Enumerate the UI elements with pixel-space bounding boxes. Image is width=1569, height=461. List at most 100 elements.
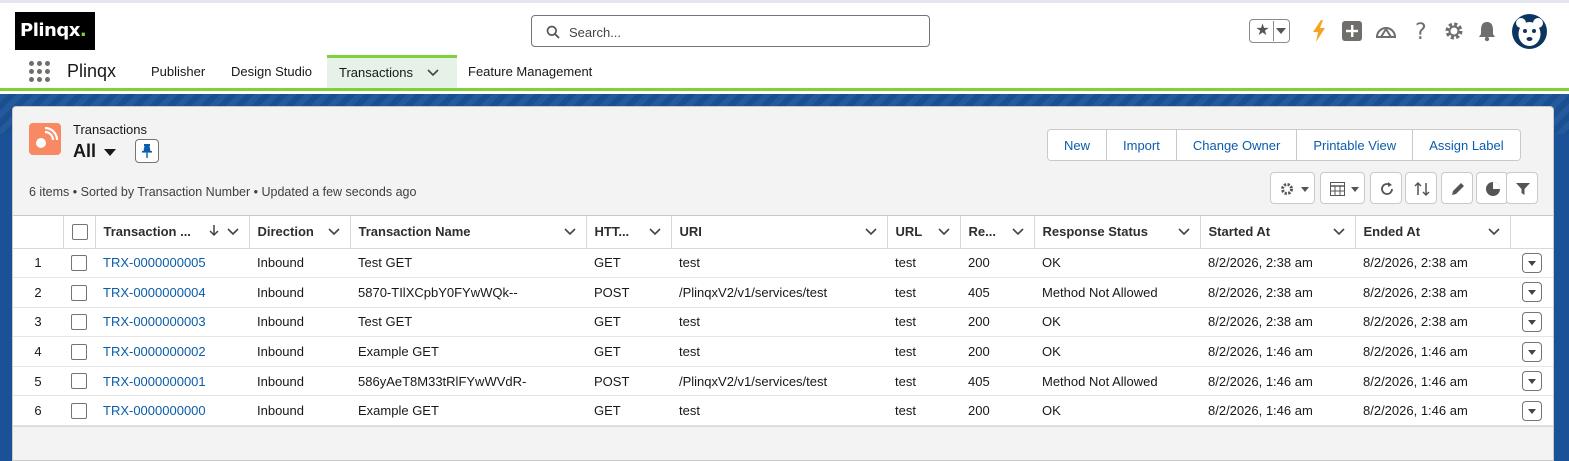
display-as-button[interactable] bbox=[1320, 172, 1365, 204]
transaction-name-cell: Test GET bbox=[350, 248, 586, 279]
started-at-cell: 8/2/2026, 2:38 am bbox=[1200, 277, 1355, 308]
column-header-uri[interactable]: URI bbox=[671, 216, 888, 249]
chevron-down-icon[interactable] bbox=[427, 69, 439, 77]
nav-item-transactions[interactable]: Transactions bbox=[327, 55, 457, 88]
object-label: Transactions bbox=[73, 122, 147, 137]
transaction-link[interactable]: TRX-0000000001 bbox=[103, 374, 206, 389]
column-header-started-at[interactable]: Started At bbox=[1200, 216, 1356, 249]
transaction-link[interactable]: TRX-0000000003 bbox=[103, 314, 206, 329]
ended-at-cell: 8/2/2026, 1:46 am bbox=[1355, 336, 1510, 367]
assign-label-button[interactable]: Assign Label bbox=[1412, 130, 1520, 160]
edit-list-button[interactable] bbox=[1441, 172, 1473, 204]
chevron-down-icon[interactable] bbox=[563, 225, 576, 237]
transaction-link[interactable]: TRX-0000000005 bbox=[103, 255, 206, 270]
url-cell: test bbox=[887, 248, 960, 279]
url-cell: test bbox=[887, 336, 960, 367]
plinqx-logo[interactable]: Plinqx. bbox=[15, 12, 95, 50]
response-status-cell: OK bbox=[1034, 248, 1200, 279]
row-actions-cell bbox=[1510, 248, 1553, 279]
setup-gear-icon[interactable] bbox=[1444, 21, 1464, 41]
sort-button[interactable] bbox=[1405, 172, 1437, 204]
column-header-direction[interactable]: Direction bbox=[249, 216, 351, 249]
chevron-down-icon[interactable] bbox=[1487, 225, 1500, 237]
chart-button[interactable] bbox=[1476, 172, 1508, 204]
row-actions-menu-button[interactable] bbox=[1521, 400, 1542, 421]
caret-down-icon bbox=[104, 148, 117, 156]
filter-button[interactable] bbox=[1506, 172, 1538, 204]
refresh-icon bbox=[1381, 182, 1393, 195]
help-icon[interactable]: ? bbox=[1412, 20, 1432, 42]
printable-view-button[interactable]: Printable View bbox=[1296, 130, 1413, 160]
chevron-down-icon[interactable] bbox=[864, 225, 877, 237]
transaction-number-cell: TRX-0000000005 bbox=[95, 248, 249, 279]
http-method-cell: POST bbox=[586, 277, 671, 308]
global-search[interactable] bbox=[531, 15, 930, 47]
row-checkbox[interactable] bbox=[71, 373, 87, 390]
uri-cell: /PlinqxV2/v1/services/test bbox=[671, 277, 887, 308]
response-code-cell: 200 bbox=[960, 395, 1034, 427]
column-header-http-method[interactable]: HTT... bbox=[586, 216, 672, 249]
chevron-down-icon[interactable] bbox=[327, 225, 340, 237]
row-actions-cell bbox=[1510, 366, 1553, 397]
chevron-down-icon[interactable] bbox=[1332, 225, 1345, 237]
http-method-cell: GET bbox=[586, 336, 671, 367]
lightning-icon[interactable] bbox=[1311, 20, 1327, 42]
pin-list-view-button[interactable] bbox=[135, 139, 159, 163]
user-avatar[interactable] bbox=[1512, 14, 1547, 49]
change-owner-button[interactable]: Change Owner bbox=[1175, 130, 1297, 160]
transaction-link[interactable]: TRX-0000000004 bbox=[103, 285, 206, 300]
row-checkbox[interactable] bbox=[71, 343, 87, 360]
row-checkbox[interactable] bbox=[71, 403, 87, 420]
new-button[interactable]: New bbox=[1048, 130, 1107, 160]
row-checkbox[interactable] bbox=[71, 314, 87, 331]
row-checkbox[interactable] bbox=[71, 255, 87, 272]
chevron-down-icon[interactable] bbox=[1011, 225, 1024, 237]
column-header-response-status[interactable]: Response Status bbox=[1034, 216, 1201, 249]
favorites-button[interactable]: ★ bbox=[1249, 19, 1290, 43]
column-header-transaction-name[interactable]: Transaction Name bbox=[350, 216, 587, 249]
row-actions-menu-button[interactable] bbox=[1521, 282, 1542, 303]
transactions-object-icon bbox=[29, 123, 61, 155]
chevron-down-icon[interactable] bbox=[1177, 225, 1190, 237]
row-actions-menu-button[interactable] bbox=[1521, 311, 1542, 332]
column-header-response-code[interactable]: Re... bbox=[960, 216, 1035, 249]
app-launcher-icon[interactable] bbox=[29, 61, 51, 83]
row-number: 1 bbox=[13, 248, 63, 279]
nav-item-design-studio[interactable]: Design Studio bbox=[219, 55, 324, 88]
list-view-picker[interactable]: All bbox=[73, 141, 117, 162]
ended-at-cell: 8/2/2026, 1:46 am bbox=[1355, 366, 1510, 397]
trailhead-icon[interactable] bbox=[1375, 20, 1397, 42]
column-header-url[interactable]: URL bbox=[887, 216, 961, 249]
global-header: Plinqx. ★ ? bbox=[0, 0, 1569, 55]
list-settings-button[interactable] bbox=[1270, 172, 1315, 204]
search-input[interactable] bbox=[569, 22, 919, 42]
column-header-ended-at[interactable]: Ended At bbox=[1355, 216, 1511, 249]
url-cell: test bbox=[887, 395, 960, 427]
transaction-link[interactable]: TRX-0000000002 bbox=[103, 344, 206, 359]
transaction-number-cell: TRX-0000000000 bbox=[95, 395, 249, 427]
column-header-transaction-number[interactable]: Transaction ... bbox=[95, 216, 250, 249]
notifications-bell-icon[interactable] bbox=[1477, 20, 1497, 42]
response-code-cell: 405 bbox=[960, 366, 1034, 397]
row-actions-menu-button[interactable] bbox=[1521, 341, 1542, 362]
svg-text:?: ? bbox=[1415, 20, 1427, 42]
transaction-link[interactable]: TRX-0000000000 bbox=[103, 403, 206, 418]
nav-item-publisher[interactable]: Publisher bbox=[139, 55, 217, 88]
row-actions-cell bbox=[1510, 395, 1553, 427]
add-icon[interactable] bbox=[1342, 21, 1362, 41]
ended-at-cell: 8/2/2026, 2:38 am bbox=[1355, 277, 1510, 308]
direction-cell: Inbound bbox=[249, 395, 350, 427]
chevron-down-icon[interactable] bbox=[648, 225, 661, 237]
chevron-down-icon[interactable] bbox=[226, 225, 239, 237]
row-actions-menu-button[interactable] bbox=[1521, 252, 1542, 273]
row-actions-menu-button[interactable] bbox=[1521, 371, 1542, 392]
select-all-checkbox[interactable] bbox=[71, 224, 88, 241]
row-actions-header bbox=[1510, 216, 1553, 249]
direction-cell: Inbound bbox=[249, 336, 350, 367]
nav-item-feature-management[interactable]: Feature Management bbox=[456, 55, 604, 88]
sort-icon bbox=[1414, 181, 1430, 197]
row-checkbox[interactable] bbox=[71, 284, 87, 301]
refresh-button[interactable] bbox=[1370, 172, 1402, 204]
chevron-down-icon[interactable] bbox=[937, 225, 950, 237]
import-button[interactable]: Import bbox=[1106, 130, 1176, 160]
